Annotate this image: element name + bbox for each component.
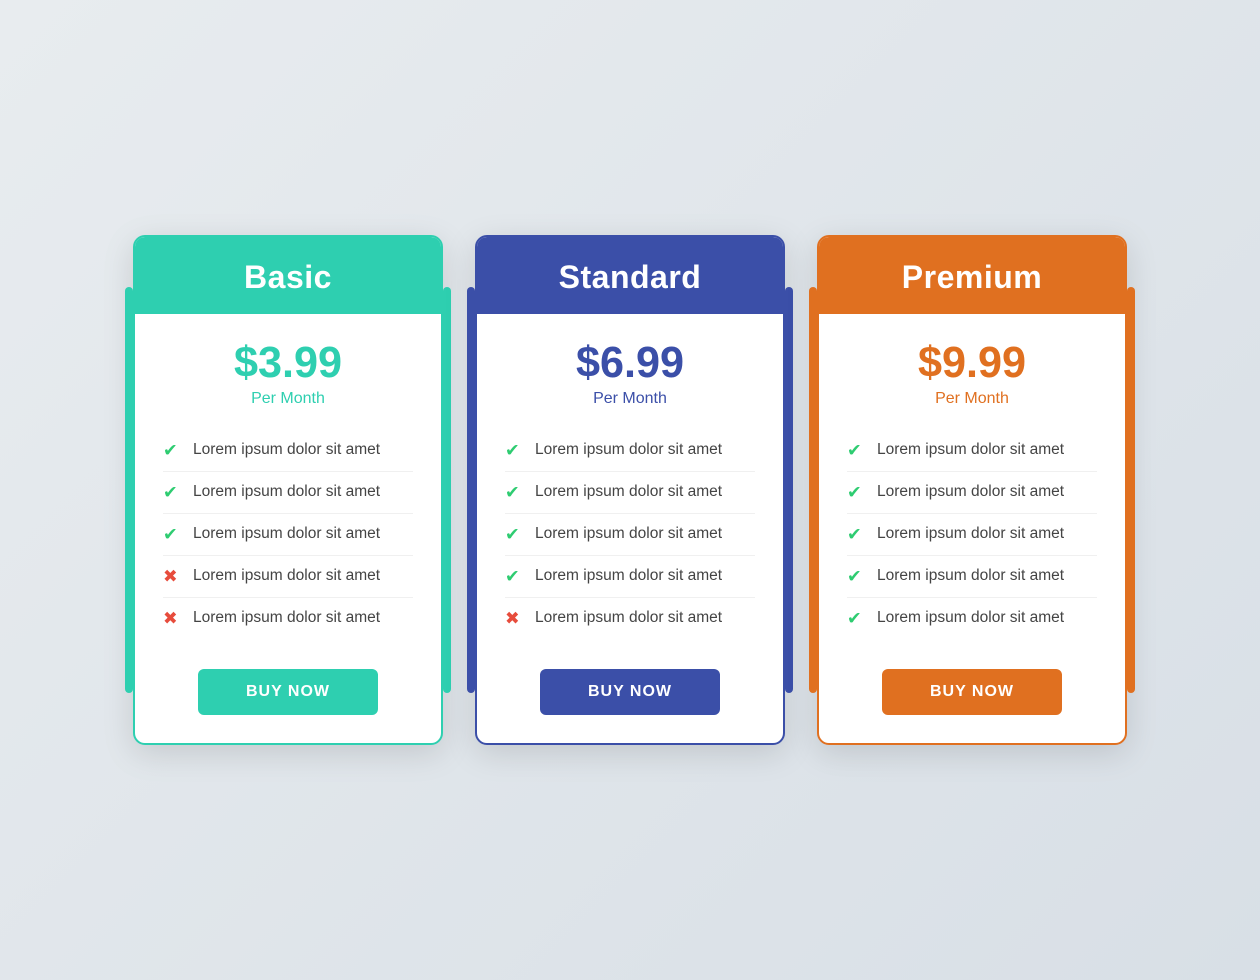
- price-section-premium: $9.99 Per Month: [918, 314, 1026, 429]
- price-period-basic: Per Month: [234, 390, 342, 408]
- check-icon: ✔: [163, 524, 181, 545]
- price-period-premium: Per Month: [918, 390, 1026, 408]
- list-item: ✔ Lorem ipsum dolor sit amet: [847, 472, 1097, 514]
- feature-text: Lorem ipsum dolor sit amet: [193, 483, 380, 501]
- plan-name-basic: Basic: [244, 259, 332, 295]
- pricing-card-basic: Basic $3.99 Per Month ✔ Lorem ipsum dolor si…: [133, 235, 443, 744]
- features-list-basic: ✔ Lorem ipsum dolor sit amet ✔ Lorem ipsum …: [163, 430, 413, 639]
- list-item: ✖ Lorem ipsum dolor sit amet: [163, 598, 413, 639]
- check-icon: ✔: [847, 440, 865, 461]
- card-body-basic: $3.99 Per Month ✔ Lorem ipsum dolor sit ame…: [135, 314, 441, 742]
- check-icon: ✔: [163, 440, 181, 461]
- feature-text: Lorem ipsum dolor sit amet: [193, 525, 380, 543]
- check-icon: ✔: [505, 566, 523, 587]
- feature-text: Lorem ipsum dolor sit amet: [877, 441, 1064, 459]
- price-amount-basic: $3.99: [234, 342, 342, 385]
- feature-text: Lorem ipsum dolor sit amet: [877, 483, 1064, 501]
- feature-text: Lorem ipsum dolor sit amet: [877, 525, 1064, 543]
- price-section-basic: $3.99 Per Month: [234, 314, 342, 429]
- buy-now-button-premium[interactable]: BUY NOW: [882, 669, 1062, 715]
- feature-text: Lorem ipsum dolor sit amet: [193, 609, 380, 627]
- card-body-standard: $6.99 Per Month ✔ Lorem ipsum dolor sit ame…: [477, 314, 783, 742]
- list-item: ✔ Lorem ipsum dolor sit amet: [505, 514, 755, 556]
- list-item: ✔ Lorem ipsum dolor sit amet: [847, 514, 1097, 556]
- check-icon: ✔: [505, 440, 523, 461]
- list-item: ✔ Lorem ipsum dolor sit amet: [505, 430, 755, 472]
- list-item: ✔ Lorem ipsum dolor sit amet: [163, 514, 413, 556]
- feature-text: Lorem ipsum dolor sit amet: [877, 567, 1064, 585]
- feature-text: Lorem ipsum dolor sit amet: [877, 609, 1064, 627]
- check-icon: ✔: [163, 482, 181, 503]
- feature-text: Lorem ipsum dolor sit amet: [535, 441, 722, 459]
- list-item: ✔ Lorem ipsum dolor sit amet: [505, 472, 755, 514]
- cross-icon: ✖: [505, 608, 523, 629]
- feature-text: Lorem ipsum dolor sit amet: [535, 525, 722, 543]
- features-list-standard: ✔ Lorem ipsum dolor sit amet ✔ Lorem ipsum …: [505, 430, 755, 639]
- pricing-table: Basic $3.99 Per Month ✔ Lorem ipsum dolor si…: [133, 235, 1127, 744]
- cross-icon: ✖: [163, 566, 181, 587]
- list-item: ✖ Lorem ipsum dolor sit amet: [505, 598, 755, 639]
- buy-now-button-standard[interactable]: BUY NOW: [540, 669, 720, 715]
- list-item: ✔ Lorem ipsum dolor sit amet: [847, 430, 1097, 472]
- check-icon: ✔: [505, 482, 523, 503]
- list-item: ✔ Lorem ipsum dolor sit amet: [847, 556, 1097, 598]
- price-section-standard: $6.99 Per Month: [576, 314, 684, 429]
- pricing-card-premium: Premium $9.99 Per Month ✔ Lorem ipsum dolor …: [817, 235, 1127, 744]
- price-amount-standard: $6.99: [576, 342, 684, 385]
- card-body-premium: $9.99 Per Month ✔ Lorem ipsum dolor sit ame…: [819, 314, 1125, 742]
- list-item: ✔ Lorem ipsum dolor sit amet: [163, 472, 413, 514]
- buy-now-button-basic[interactable]: BUY NOW: [198, 669, 378, 715]
- feature-text: Lorem ipsum dolor sit amet: [535, 483, 722, 501]
- feature-text: Lorem ipsum dolor sit amet: [535, 609, 722, 627]
- check-icon: ✔: [847, 482, 865, 503]
- plan-name-premium: Premium: [902, 259, 1042, 295]
- check-icon: ✔: [847, 566, 865, 587]
- check-icon: ✔: [505, 524, 523, 545]
- card-header-basic: Basic: [135, 237, 441, 314]
- list-item: ✔ Lorem ipsum dolor sit amet: [163, 430, 413, 472]
- cross-icon: ✖: [163, 608, 181, 629]
- check-icon: ✔: [847, 524, 865, 545]
- list-item: ✖ Lorem ipsum dolor sit amet: [163, 556, 413, 598]
- list-item: ✔ Lorem ipsum dolor sit amet: [505, 556, 755, 598]
- feature-text: Lorem ipsum dolor sit amet: [535, 567, 722, 585]
- pricing-card-standard: Standard $6.99 Per Month ✔ Lorem ipsum dolor…: [475, 235, 785, 744]
- plan-name-standard: Standard: [559, 259, 702, 295]
- feature-text: Lorem ipsum dolor sit amet: [193, 567, 380, 585]
- list-item: ✔ Lorem ipsum dolor sit amet: [847, 598, 1097, 639]
- card-header-premium: Premium: [819, 237, 1125, 314]
- features-list-premium: ✔ Lorem ipsum dolor sit amet ✔ Lorem ipsum …: [847, 430, 1097, 639]
- price-amount-premium: $9.99: [918, 342, 1026, 385]
- check-icon: ✔: [847, 608, 865, 629]
- feature-text: Lorem ipsum dolor sit amet: [193, 441, 380, 459]
- card-header-standard: Standard: [477, 237, 783, 314]
- price-period-standard: Per Month: [576, 390, 684, 408]
